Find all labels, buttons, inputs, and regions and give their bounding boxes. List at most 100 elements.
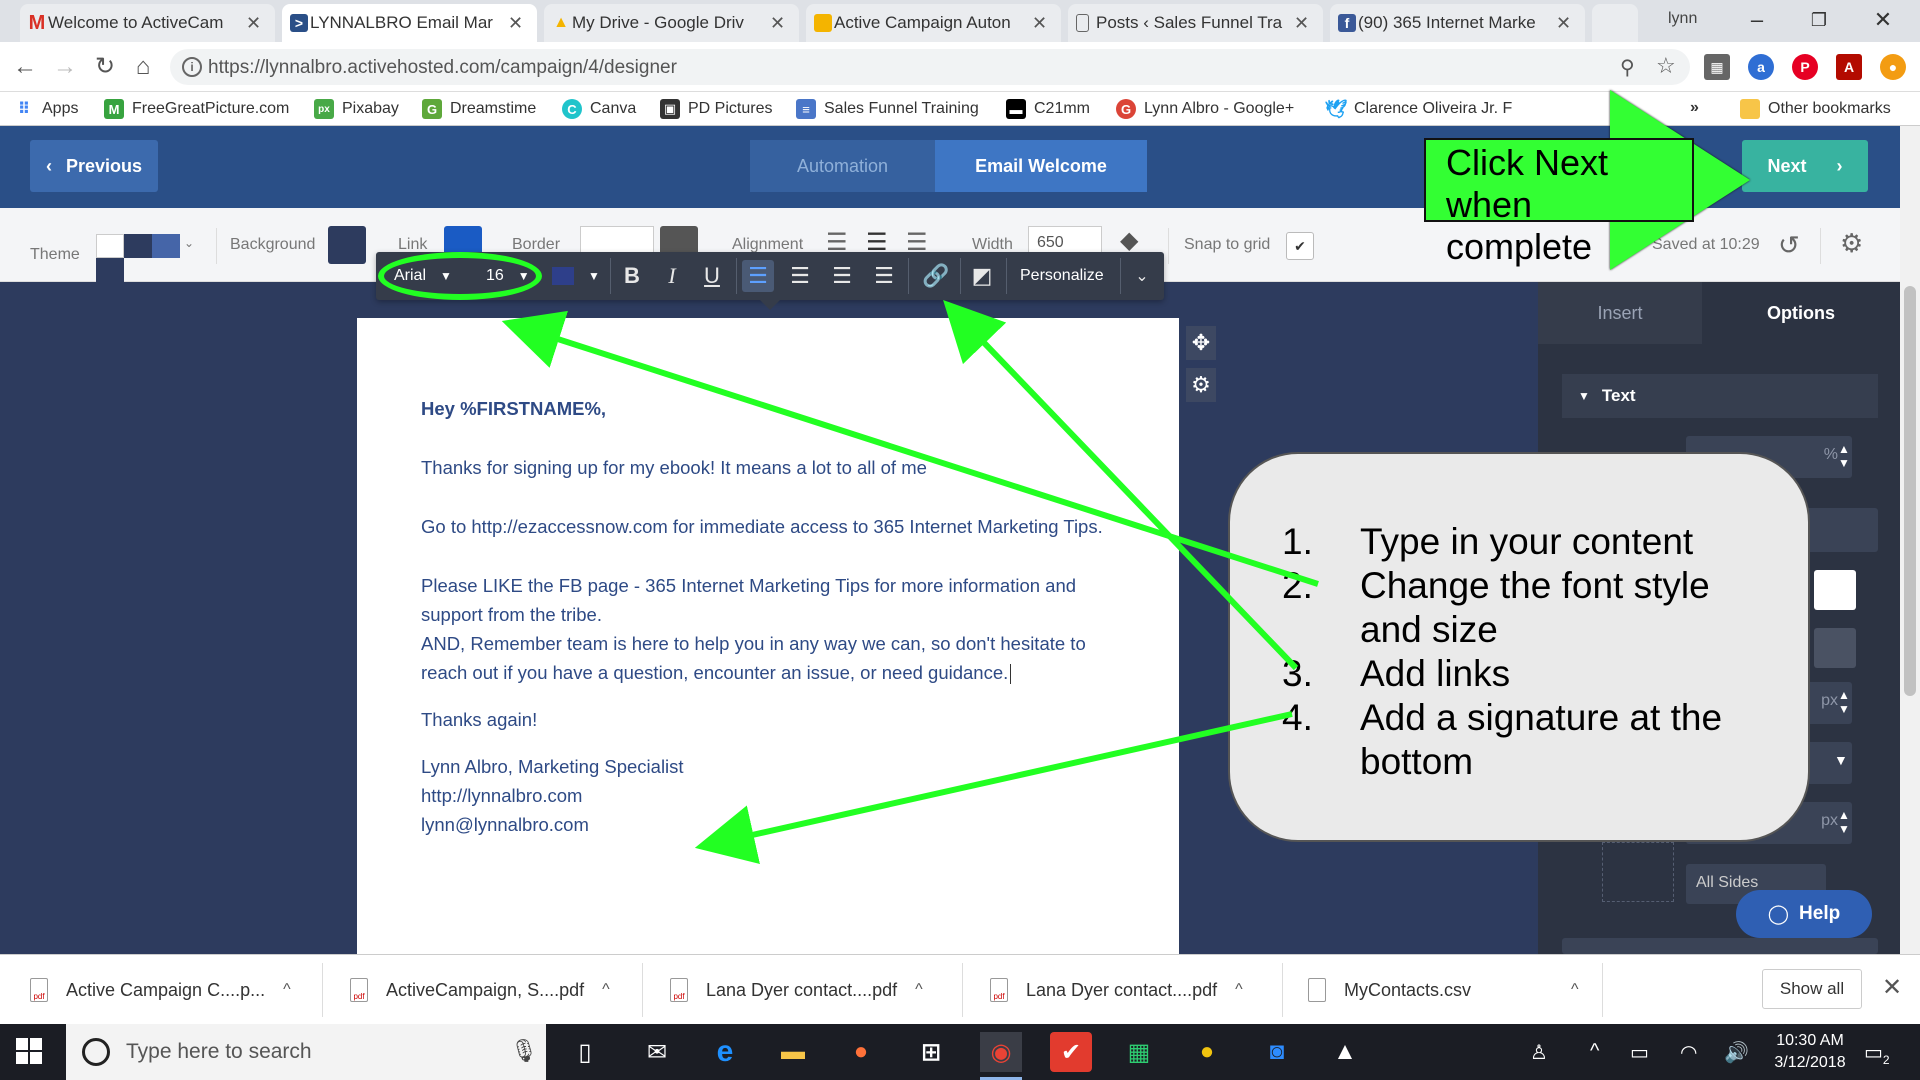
url-field[interactable]: i https://lynnalbro.activehosted.com/cam… <box>170 49 1690 85</box>
extension-icon[interactable]: ▦ <box>1704 54 1730 80</box>
stepper-icon[interactable]: ▲ ▼ <box>1838 442 1850 470</box>
download-item[interactable]: pdf Active Campaign C....p... ^ <box>30 967 291 1013</box>
color-swatch-white[interactable] <box>1814 570 1856 610</box>
task-view-icon[interactable]: ▯ <box>564 1032 606 1072</box>
bookmark-pixabay[interactable]: px Pixabay <box>314 99 399 119</box>
bookmark-star-icon[interactable]: ☆ <box>1656 53 1676 79</box>
taskbar-clock[interactable]: 10:30 AM 3/12/2018 <box>1760 1030 1860 1074</box>
next-button[interactable]: Next › <box>1742 140 1868 192</box>
underline-button[interactable]: U <box>696 260 728 292</box>
app-icon[interactable]: ● <box>1186 1032 1228 1072</box>
browser-tab-slides[interactable]: Active Campaign Auton ✕ <box>806 4 1061 42</box>
email-content-block[interactable]: Hey %FIRSTNAME%, Thanks for signing up f… <box>357 318 1179 954</box>
restore-icon[interactable]: ❐ <box>1796 4 1842 36</box>
tab-options[interactable]: Options <box>1702 282 1900 344</box>
bookmark-canva[interactable]: C Canva <box>562 99 636 119</box>
close-tab-icon[interactable]: ✕ <box>1294 13 1309 34</box>
bold-button[interactable]: B <box>616 260 648 292</box>
bookmark-google-plus[interactable]: G Lynn Albro - Google+ <box>1116 99 1294 119</box>
color-swatch-gray[interactable] <box>1814 628 1856 668</box>
extension-icon[interactable]: ● <box>1880 54 1906 80</box>
close-downloads-icon[interactable]: ✕ <box>1882 973 1902 1002</box>
insert-link-icon[interactable]: 🔗 <box>920 260 952 292</box>
download-item[interactable]: pdf Lana Dyer contact....pdf ^ <box>670 967 923 1013</box>
move-block-icon[interactable]: ✥ <box>1186 326 1216 360</box>
email-signature[interactable]: Lynn Albro, Marketing Specialist http://… <box>421 752 1179 839</box>
settings-gear-icon[interactable]: ⚙ <box>1840 228 1863 259</box>
more-options-chevron-icon[interactable]: ⌄ <box>1126 260 1158 292</box>
bookmark-dreamstime[interactable]: G Dreamstime <box>422 99 536 119</box>
email-paragraph[interactable]: AND, Remember team is here to help you i… <box>421 629 1121 687</box>
bookmark-freegreatpicture[interactable]: M FreeGreatPicture.com <box>104 99 289 119</box>
bookmark-c21mm[interactable]: ▬ C21mm <box>1006 99 1090 119</box>
align-center-button[interactable]: ☰ <box>784 260 816 292</box>
insert-image-icon[interactable]: ◩ <box>966 260 998 292</box>
stepper-icon[interactable]: ▲ ▼ <box>1838 808 1850 836</box>
chrome-icon[interactable]: ◉ <box>980 1032 1022 1080</box>
bookmark-clarence[interactable]: 🕊 Clarence Oliveira Jr. F <box>1325 99 1513 119</box>
photos-icon[interactable]: ▲ <box>1324 1032 1366 1072</box>
bookmark-apps[interactable]: ⠿ Apps <box>14 99 79 119</box>
email-paragraph[interactable]: Please LIKE the FB page - 365 Internet M… <box>421 571 1121 629</box>
block-settings-icon[interactable]: ⚙ <box>1186 368 1216 402</box>
new-tab-button[interactable] <box>1592 4 1638 42</box>
close-tab-icon[interactable]: ✕ <box>1032 13 1047 34</box>
extension-icon[interactable]: a <box>1748 54 1774 80</box>
browser-tab-email-designer[interactable]: > LYNNALBRO Email Mar ✕ <box>282 4 537 42</box>
back-icon[interactable]: ← <box>10 52 40 82</box>
file-explorer-icon[interactable]: ▬ <box>772 1032 814 1072</box>
justify-button[interactable]: ☰ <box>868 260 900 292</box>
tab-insert[interactable]: Insert <box>1538 282 1702 344</box>
chevron-down-icon[interactable]: ⌄ <box>184 236 194 250</box>
step-email-welcome[interactable]: Email Welcome <box>935 140 1147 192</box>
snap-to-grid-checkbox[interactable]: ✔ <box>1286 232 1314 260</box>
text-section-header[interactable]: ▼ Text <box>1562 374 1878 418</box>
close-tab-icon[interactable]: ✕ <box>246 13 261 34</box>
people-icon[interactable]: ♙ <box>1530 1040 1548 1065</box>
browser-profile-name[interactable]: lynn <box>1668 10 1697 28</box>
step-automation[interactable]: Automation <box>750 140 935 192</box>
stepper-icon[interactable]: ▲ ▼ <box>1838 688 1850 716</box>
close-tab-icon[interactable]: ✕ <box>1556 13 1571 34</box>
close-tab-icon[interactable]: ✕ <box>770 13 785 34</box>
previous-button[interactable]: ‹ Previous <box>30 140 158 192</box>
resize-width-icon[interactable]: ◆ <box>1120 226 1138 255</box>
app-icon[interactable]: ▦ <box>1118 1032 1160 1072</box>
chevron-up-icon[interactable]: ^ <box>915 981 923 999</box>
firefox-icon[interactable]: ● <box>840 1032 882 1072</box>
windows-start-icon[interactable] <box>16 1038 42 1064</box>
site-info-icon[interactable]: i <box>182 57 202 77</box>
email-greeting[interactable]: Hey %FIRSTNAME%, <box>421 394 1179 423</box>
align-left-button[interactable]: ☰ <box>742 260 774 292</box>
personalize-button[interactable]: Personalize <box>1020 262 1104 290</box>
close-window-icon[interactable]: ✕ <box>1860 4 1906 36</box>
taskbar-search-box[interactable]: Type here to search 🎙 <box>66 1024 546 1080</box>
edge-icon[interactable]: e <box>704 1032 746 1072</box>
text-color-select[interactable]: ▼ <box>552 262 600 290</box>
home-icon[interactable]: ⌂ <box>128 52 158 82</box>
download-item[interactable]: MyContacts.csv ^ <box>1308 967 1579 1013</box>
microphone-icon[interactable]: 🎙 <box>510 1038 538 1064</box>
volume-icon[interactable]: 🔊 <box>1724 1040 1749 1065</box>
minimize-icon[interactable]: – <box>1734 4 1780 36</box>
help-button[interactable]: ◯ Help <box>1736 890 1872 938</box>
align-right-button[interactable]: ☰ <box>826 260 858 292</box>
pdf-extension-icon[interactable]: A <box>1836 54 1862 80</box>
zoom-app-icon[interactable]: ◙ <box>1256 1032 1298 1072</box>
history-icon[interactable]: ↺ <box>1778 230 1800 261</box>
email-paragraph[interactable]: Go to http://ezaccessnow.com for immedia… <box>421 512 1121 541</box>
wifi-icon[interactable]: ◠ <box>1680 1040 1697 1065</box>
battery-icon[interactable]: ▭ <box>1630 1040 1649 1065</box>
email-paragraph[interactable]: Thanks for signing up for my ebook! It m… <box>421 453 1121 482</box>
email-closing[interactable]: Thanks again! <box>421 705 1121 734</box>
browser-tab-google-drive[interactable]: ▲ My Drive - Google Driv ✕ <box>544 4 799 42</box>
theme-swatch[interactable] <box>96 234 180 258</box>
todo-app-icon[interactable]: ✔ <box>1050 1032 1092 1072</box>
download-item[interactable]: pdf Lana Dyer contact....pdf ^ <box>990 967 1243 1013</box>
panel-section[interactable] <box>1562 938 1878 954</box>
page-scrollbar[interactable] <box>1900 126 1920 954</box>
notifications-icon[interactable]: ▭2 <box>1864 1040 1890 1067</box>
zoom-icon[interactable]: ⚲ <box>1620 55 1635 80</box>
caret-down-icon[interactable]: ▼ <box>1834 752 1848 768</box>
show-all-downloads-button[interactable]: Show all <box>1762 969 1862 1009</box>
